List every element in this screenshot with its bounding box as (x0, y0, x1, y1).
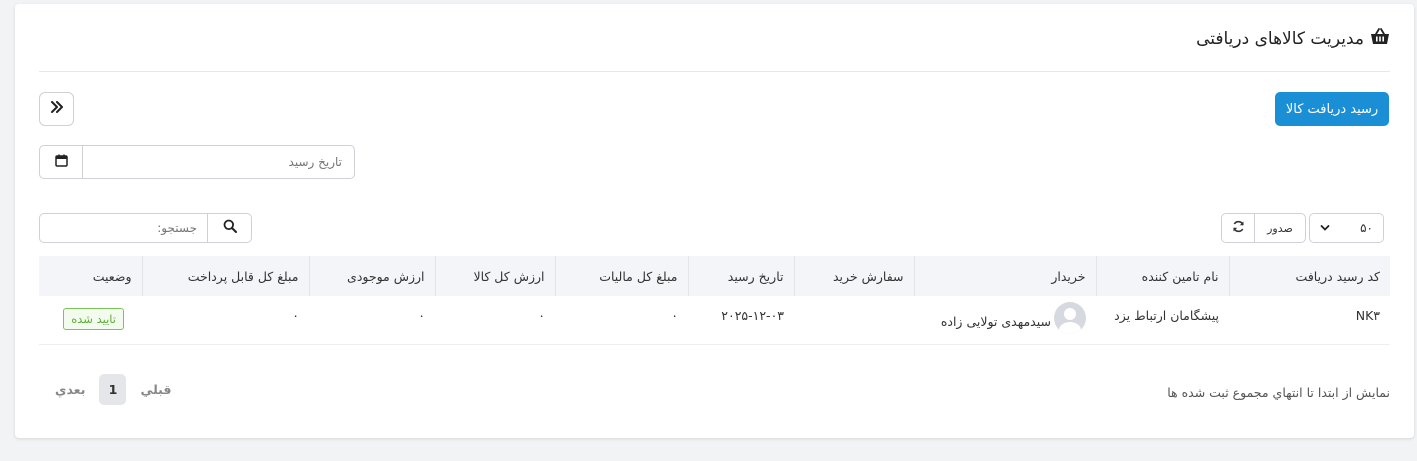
receipts-table: کد رسید دریافت نام تامین کننده خریدار سف… (39, 256, 1390, 345)
page-title: مدیریت کالاهای دریافتی (1196, 29, 1364, 49)
table-row[interactable]: NK۳ پیشگامان ارتباط یزد سیدمهدی تولایی ز… (39, 296, 1390, 345)
prev-page-button[interactable]: قبلي (140, 382, 171, 397)
inventory-value-cell: ۰ (309, 296, 435, 345)
receipt-date-filter (39, 145, 355, 179)
column-header[interactable]: نام تامین کننده (1095, 256, 1229, 296)
column-header[interactable]: کد رسید دریافت (1228, 256, 1390, 296)
total-tax-cell: ۰ (555, 296, 688, 345)
calendar-icon (54, 154, 68, 171)
column-header[interactable]: مبلغ کل قابل پرداخت (141, 256, 309, 296)
pagination: بعدي 1 قبلي (55, 374, 171, 405)
next-page-button[interactable]: بعدي (55, 382, 85, 397)
purchase-order-cell (794, 296, 914, 345)
header-divider (39, 71, 1390, 72)
column-header[interactable]: وضعیت (39, 256, 142, 296)
receipt-date-cell: ۲۰۲۵-۱۲-۰۳ (688, 296, 794, 345)
supplier-cell: پیشگامان ارتباط یزد (1096, 296, 1229, 345)
refresh-icon (1232, 220, 1245, 237)
total-payable-cell: ۰ (142, 296, 309, 345)
buyer-name: سیدمهدی تولایی زاده (940, 313, 1051, 329)
refresh-button[interactable] (1222, 214, 1255, 242)
collapse-button[interactable] (39, 92, 74, 126)
avatar (1054, 302, 1086, 334)
column-header[interactable]: خریدار (913, 256, 1096, 296)
page-number-button[interactable]: 1 (99, 374, 127, 405)
receipt-date-input[interactable] (83, 146, 354, 178)
column-header[interactable]: سفارش خرید (793, 256, 914, 296)
search-box (39, 213, 252, 243)
total-goods-value-cell: ۰ (435, 296, 555, 345)
export-button[interactable]: صدور (1255, 214, 1305, 242)
double-chevron-icon (50, 101, 64, 117)
table-toolbar: ۵۰ صدور (1221, 213, 1384, 243)
column-header[interactable]: ارزش موجودی (308, 256, 435, 296)
column-header[interactable]: تاریخ رسید (687, 256, 794, 296)
chevron-down-icon (1320, 221, 1330, 235)
page-header: مدیریت کالاهای دریافتی (1196, 28, 1390, 50)
receive-goods-button[interactable]: رسید دریافت کالا (1275, 92, 1389, 126)
status-badge: تایید شده (63, 308, 124, 330)
receipt-code-cell: NK۳ (1229, 296, 1390, 345)
status-cell: تایید شده (39, 296, 142, 345)
search-icon (223, 219, 237, 237)
search-button[interactable] (207, 214, 251, 242)
calendar-button[interactable] (40, 146, 83, 178)
page-size-value: ۵۰ (1360, 221, 1373, 235)
column-header[interactable]: ارزش کل کالا (434, 256, 555, 296)
search-input[interactable] (40, 214, 207, 242)
receipts-card: مدیریت کالاهای دریافتی رسید دریافت کالا (15, 4, 1414, 438)
buyer-cell: سیدمهدی تولایی زاده (914, 296, 1096, 345)
table-header-row: کد رسید دریافت نام تامین کننده خریدار سف… (39, 256, 1390, 296)
export-group: صدور (1221, 213, 1306, 243)
basket-icon (1370, 28, 1390, 50)
column-header[interactable]: مبلغ کل مالیات (554, 256, 688, 296)
page-size-select[interactable]: ۵۰ (1309, 213, 1384, 243)
table-info: نمايش از ابتدا تا انتهاي مجموع ثبت شده ه… (1167, 385, 1390, 400)
